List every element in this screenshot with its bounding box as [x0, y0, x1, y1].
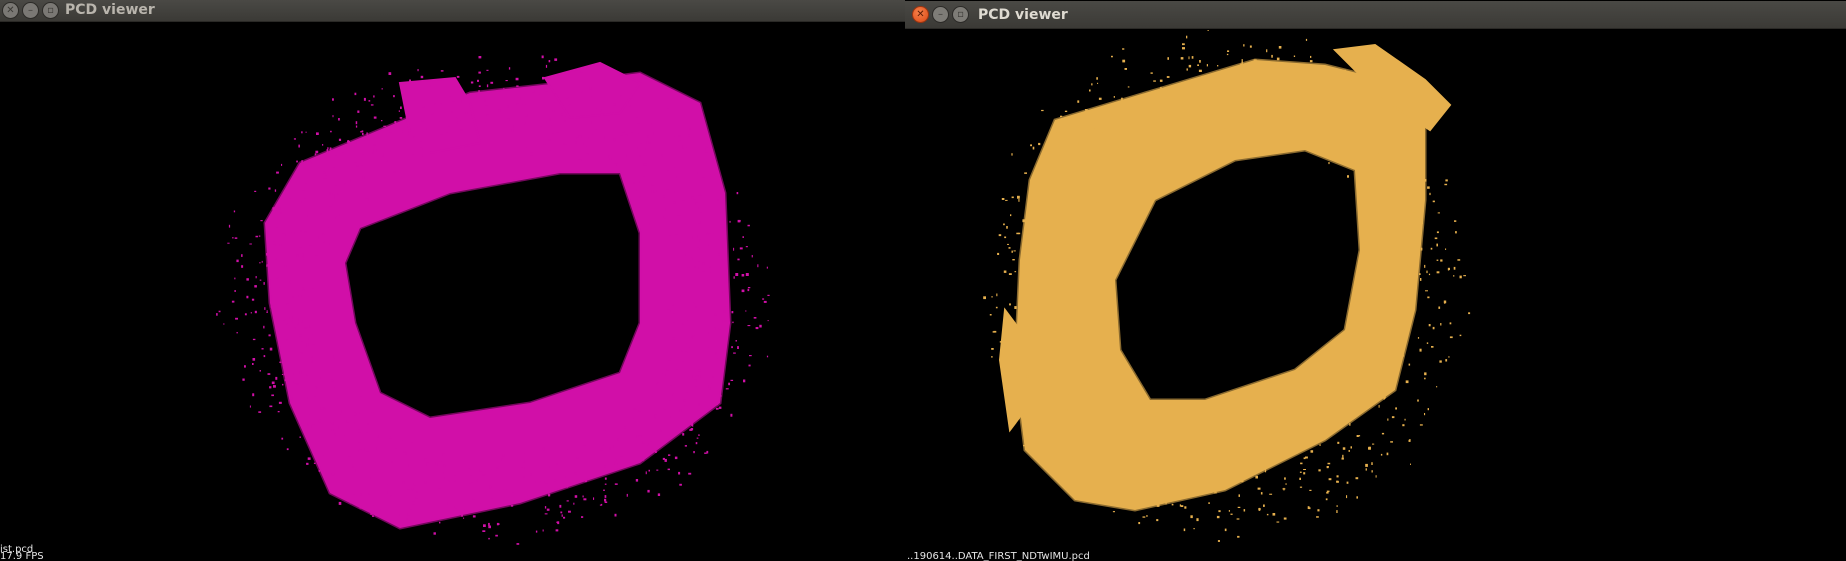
close-icon[interactable]: ✕ — [912, 6, 929, 23]
cloud-filename-label: ..190614..DATA_FIRST_NDTwIMU.pcd — [907, 551, 1090, 561]
pcd-viewer-window-left: ✕ – ▫ PCD viewer ist.pcd 17.9 FPS — [0, 0, 905, 561]
window-title: PCD viewer — [978, 7, 1068, 23]
point-cloud-holes — [1162, 182, 1321, 333]
window-controls: ✕ – ▫ — [912, 6, 969, 23]
titlebar[interactable]: ✕ – ▫ PCD viewer — [0, 0, 905, 22]
minimize-icon[interactable]: – — [22, 2, 39, 19]
point-cloud-viewport[interactable] — [905, 30, 1846, 561]
point-cloud-render — [216, 55, 770, 545]
fps-counter: 17.9 FPS — [0, 551, 44, 561]
window-title: PCD viewer — [65, 2, 155, 18]
window-controls: ✕ – ▫ — [2, 2, 59, 19]
point-cloud-ring — [263, 71, 732, 530]
point-cloud-ring — [1013, 58, 1427, 512]
maximize-icon[interactable]: ▫ — [42, 2, 59, 19]
point-cloud-viewport[interactable] — [0, 23, 905, 561]
close-icon[interactable]: ✕ — [2, 2, 19, 19]
minimize-icon[interactable]: – — [932, 6, 949, 23]
maximize-icon[interactable]: ▫ — [952, 6, 969, 23]
point-cloud-render — [983, 30, 1471, 542]
titlebar[interactable]: ✕ – ▫ PCD viewer — [905, 1, 1846, 29]
pcd-viewer-window-right: ✕ – ▫ PCD viewer ..190614..DATA_FIRST_ND… — [905, 0, 1846, 561]
